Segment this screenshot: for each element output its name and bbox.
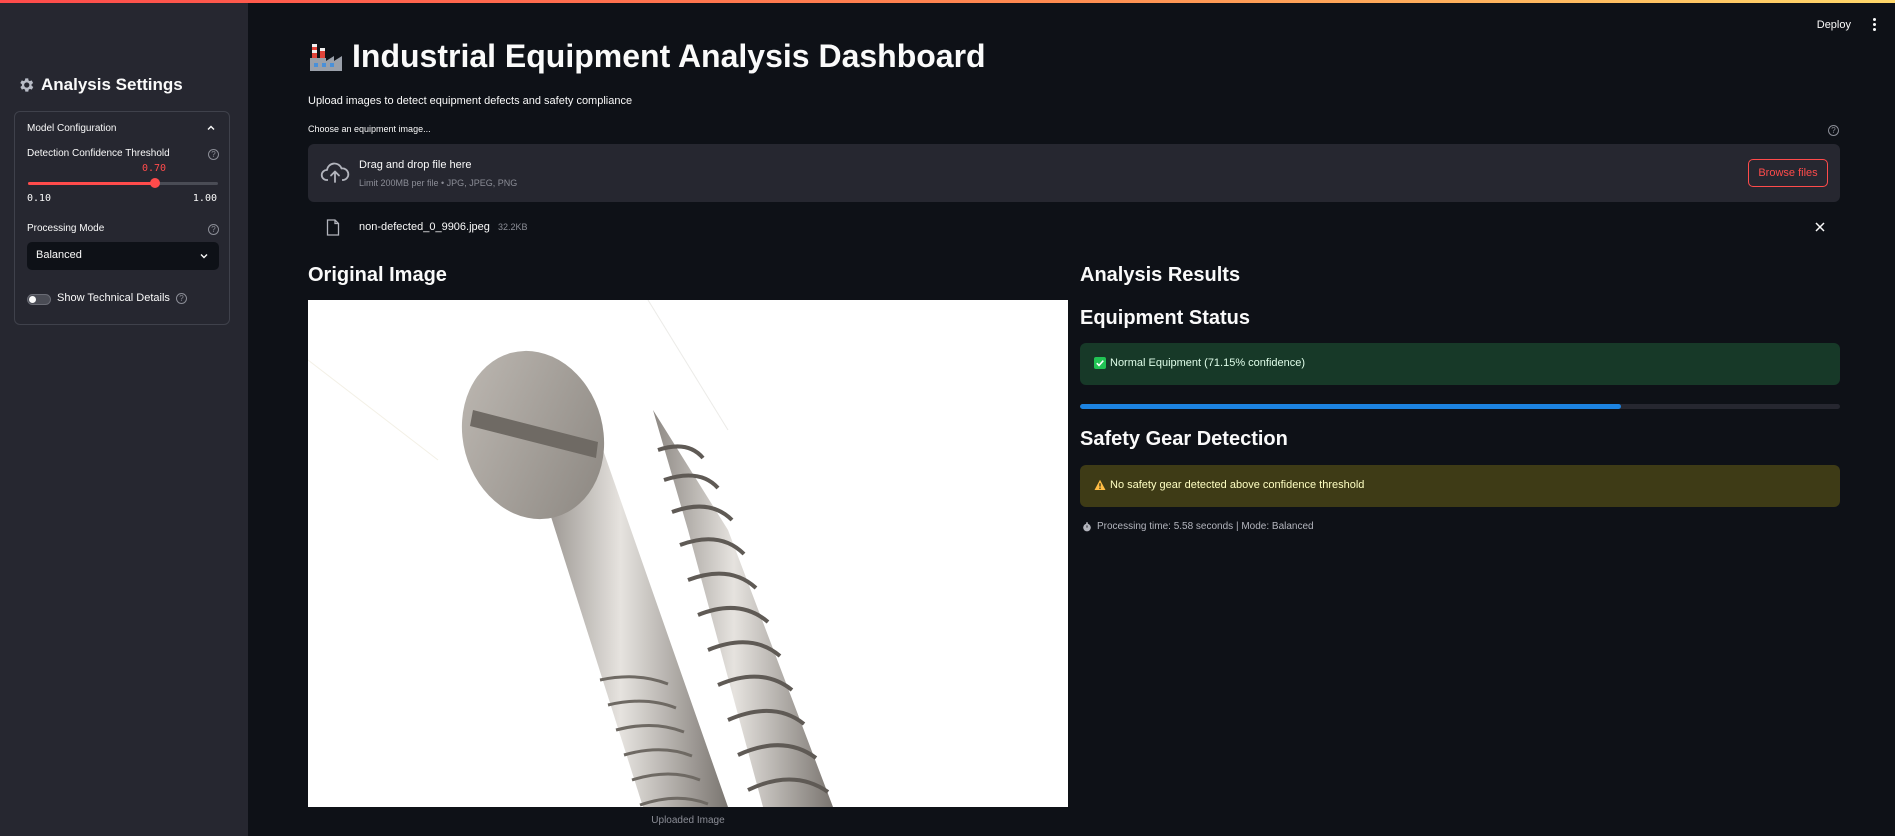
gear-icon [20, 78, 34, 92]
slider-value: 0.70 [142, 163, 167, 174]
screws-illustration [308, 300, 833, 807]
original-image-heading: Original Image [308, 264, 447, 286]
check-box-icon [1094, 357, 1106, 369]
select-value: Balanced [36, 249, 82, 261]
slider-min-label: 0.10 [27, 193, 52, 204]
slider-label: Detection Confidence Threshold [27, 148, 170, 159]
help-icon[interactable]: ? [208, 224, 219, 235]
file-dropzone[interactable] [308, 144, 1840, 202]
equipment-status-heading: Equipment Status [1080, 307, 1251, 329]
uploaded-file-name: non-defected_0_9906.jpeg [359, 221, 490, 233]
slider-fill [28, 182, 155, 185]
dropzone-title: Drag and drop file here [359, 159, 472, 171]
stopwatch-icon [1083, 521, 1091, 531]
factory-icon [310, 43, 342, 71]
confidence-progress-bar [1080, 404, 1840, 409]
browse-files-button[interactable]: Browse files [1748, 159, 1828, 187]
status-text: Normal Equipment (71.15% confidence) [1110, 357, 1306, 369]
uploader-label: Choose an equipment image... [308, 124, 431, 134]
processing-mode-select[interactable]: Balanced [27, 242, 219, 270]
processing-info: Processing time: 5.58 seconds | Mode: Ba… [1082, 521, 1314, 532]
page-subtitle: Upload images to detect equipment defect… [308, 95, 633, 107]
safety-text: No safety gear detected above confidence… [1110, 479, 1365, 491]
image-caption: Uploaded Image [651, 815, 725, 826]
deploy-button[interactable]: Deploy [1817, 19, 1851, 31]
confidence-slider[interactable] [28, 178, 218, 188]
page-title: Industrial Equipment Analysis Dashboard [308, 38, 986, 75]
processing-mode-label: Processing Mode [27, 223, 105, 234]
analysis-results-heading: Analysis Results [1080, 264, 1241, 286]
progress-fill [1080, 404, 1621, 409]
sidebar-title: Analysis Settings [17, 75, 183, 95]
chevron-down-icon [200, 254, 208, 259]
safety-gear-heading: Safety Gear Detection [1080, 428, 1288, 450]
processing-text: Processing time: 5.58 seconds | Mode: Ba… [1097, 521, 1314, 532]
warning-icon [1094, 479, 1106, 490]
close-icon[interactable] [1814, 221, 1826, 233]
main-menu-icon[interactable] [1871, 18, 1877, 31]
sidebar-title-text: Analysis Settings [41, 75, 183, 94]
uploaded-image [308, 300, 1068, 807]
slider-max-label: 1.00 [192, 193, 217, 204]
page-title-text: Industrial Equipment Analysis Dashboard [352, 38, 986, 74]
top-decoration-bar [0, 0, 1895, 3]
uploaded-file-size: 32.2KB [498, 222, 528, 232]
dropzone-limit: Limit 200MB per file • JPG, JPEG, PNG [359, 178, 518, 188]
toggle-label: Show Technical Details [57, 292, 170, 304]
toggle-knob [29, 296, 36, 303]
header-actions: Deploy [1817, 18, 1877, 31]
file-icon [326, 219, 340, 236]
slider-thumb[interactable] [149, 178, 160, 188]
help-icon[interactable]: ? [176, 293, 187, 304]
technical-details-toggle[interactable] [27, 294, 51, 305]
cloud-upload-icon [320, 162, 350, 183]
help-icon[interactable]: ? [208, 149, 219, 160]
sidebar: Analysis Settings Model Configuration De… [0, 3, 248, 836]
model-config-expander: Model Configuration Detection Confidence… [14, 111, 230, 325]
safety-warning-alert: No safety gear detected above confidence… [1080, 465, 1840, 507]
help-icon[interactable]: ? [1828, 125, 1839, 136]
status-success-alert: Normal Equipment (71.15% confidence) [1080, 343, 1840, 385]
expander-title[interactable]: Model Configuration [27, 123, 117, 134]
chevron-up-icon[interactable] [206, 123, 216, 133]
